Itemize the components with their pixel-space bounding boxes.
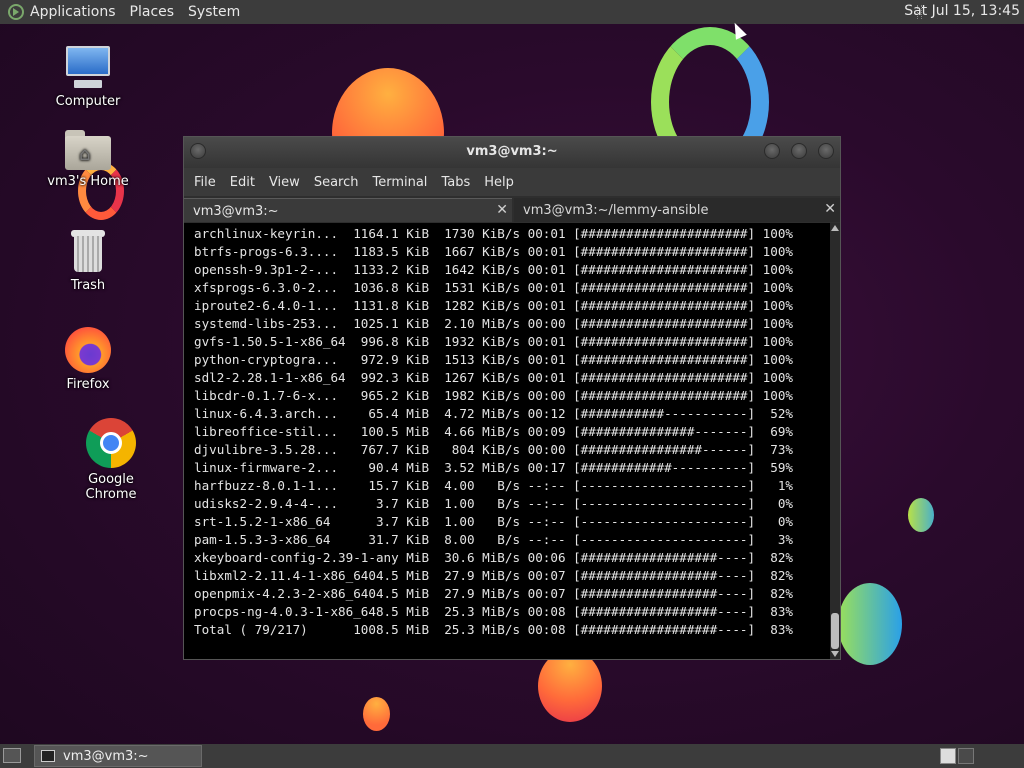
tab-home[interactable]: vm3@vm3:~ ✕: [184, 198, 512, 222]
desktop-icon-label: vm3's Home: [47, 174, 129, 189]
terminal-line: linux-6.4.3.arch... 65.4 MiB 4.72 MiB/s …: [194, 406, 793, 421]
home-folder-icon: ⌂: [65, 130, 111, 170]
chrome-icon: [86, 418, 136, 468]
desktop-icon-label: Google Chrome: [85, 472, 137, 502]
mate-logo-icon[interactable]: [8, 4, 24, 20]
terminal-line: libreoffice-stil... 100.5 MiB 4.66 MiB/s…: [194, 424, 793, 439]
terminal-icon: [41, 750, 55, 762]
desktop-icon-home[interactable]: ⌂ vm3's Home: [38, 130, 138, 189]
terminal-line: harfbuzz-8.0.1-1... 15.7 KiB 4.00 B/s --…: [194, 478, 793, 493]
tab-bar: vm3@vm3:~ ✕ vm3@vm3:~/lemmy-ansible ✕: [184, 196, 840, 223]
terminal-line: srt-1.5.2-1-x86_64 3.7 KiB 1.00 B/s --:-…: [194, 514, 793, 529]
menu-help[interactable]: Help: [484, 175, 514, 190]
terminal-line: linux-firmware-2... 90.4 MiB 3.52 MiB/s …: [194, 460, 793, 475]
menu-applications[interactable]: Applications: [30, 4, 116, 20]
scroll-thumb[interactable]: [831, 613, 839, 649]
terminal-line: xfsprogs-6.3.0-2... 1036.8 KiB 1531 KiB/…: [194, 280, 793, 295]
taskbar-label: vm3@vm3:~: [63, 749, 149, 764]
terminal-line: iproute2-6.4.0-1... 1131.8 KiB 1282 KiB/…: [194, 298, 793, 313]
bottom-panel: vm3@vm3:~: [0, 744, 1024, 768]
maximize-button[interactable]: [791, 143, 807, 159]
window-title: vm3@vm3:~: [466, 144, 558, 159]
tab-label: vm3@vm3:~/lemmy-ansible: [523, 203, 709, 218]
workspace-1[interactable]: [940, 748, 956, 764]
workspace-2[interactable]: [958, 748, 974, 764]
terminal-window[interactable]: vm3@vm3:~ File Edit View Search Terminal…: [183, 136, 841, 660]
terminal-line: archlinux-keyrin... 1164.1 KiB 1730 KiB/…: [194, 226, 793, 241]
window-titlebar[interactable]: vm3@vm3:~: [184, 137, 840, 168]
scroll-up-icon[interactable]: [831, 225, 839, 231]
menu-search[interactable]: Search: [314, 175, 359, 190]
terminal-line: gvfs-1.50.5-1-x86_64 996.8 KiB 1932 KiB/…: [194, 334, 793, 349]
show-desktop-icon[interactable]: [3, 748, 21, 763]
tab-lemmy-ansible[interactable]: vm3@vm3:~/lemmy-ansible ✕: [514, 198, 840, 222]
desktop-icon-trash[interactable]: Trash: [38, 230, 138, 293]
taskbar-terminal-button[interactable]: vm3@vm3:~: [34, 745, 202, 767]
minimize-button[interactable]: [764, 143, 780, 159]
clock[interactable]: Sat Jul 15, 13:45: [904, 3, 1020, 19]
trash-icon: [69, 230, 107, 274]
terminal-scrollbar[interactable]: [830, 223, 840, 659]
terminal-line: djvulibre-3.5.28... 767.7 KiB 804 KiB/s …: [194, 442, 793, 457]
desktop-icon-label: Computer: [55, 94, 121, 109]
wallpaper-shape: [363, 697, 390, 731]
desktop-icon-firefox[interactable]: Firefox: [38, 327, 138, 392]
menu-system[interactable]: System: [188, 4, 240, 20]
top-panel: Applications Places System Sat Jul 15, 1…: [0, 0, 1024, 24]
close-button[interactable]: [818, 143, 834, 159]
terminal-line: python-cryptogra... 972.9 KiB 1513 KiB/s…: [194, 352, 793, 367]
menu-tabs[interactable]: Tabs: [441, 175, 470, 190]
menu-places[interactable]: Places: [130, 4, 175, 20]
terminal-line: btrfs-progs-6.3.... 1183.5 KiB 1667 KiB/…: [194, 244, 793, 259]
menu-terminal[interactable]: Terminal: [372, 175, 427, 190]
menu-view[interactable]: View: [269, 175, 300, 190]
wallpaper-shape: [538, 650, 602, 722]
desktop-icon-chrome[interactable]: Google Chrome: [61, 418, 161, 502]
menu-file[interactable]: File: [194, 175, 216, 190]
computer-icon: [64, 46, 112, 90]
terminal-menubar: File Edit View Search Terminal Tabs Help: [184, 168, 840, 196]
terminal-line: udisks2-2.9.4-4-... 3.7 KiB 1.00 B/s --:…: [194, 496, 793, 511]
wallpaper-shape: [838, 583, 902, 665]
scroll-down-icon[interactable]: [831, 651, 839, 657]
terminal-line: openpmix-4.2.3-2-x86_6404.5 MiB 27.9 MiB…: [194, 586, 793, 601]
menu-edit[interactable]: Edit: [230, 175, 255, 190]
firefox-icon: [65, 327, 111, 373]
tab-label: vm3@vm3:~: [193, 204, 279, 219]
terminal-line: systemd-libs-253... 1025.1 KiB 2.10 MiB/…: [194, 316, 793, 331]
desktop-icon-label: Trash: [70, 278, 106, 293]
terminal-line: sdl2-2.28.1-1-x86_64 992.3 KiB 1267 KiB/…: [194, 370, 793, 385]
terminal-line: Total ( 79/217) 1008.5 MiB 25.3 MiB/s 00…: [194, 622, 793, 637]
terminal-line: libcdr-0.1.7-6-x... 965.2 KiB 1982 KiB/s…: [194, 388, 793, 403]
terminal-line: openssh-9.3p1-2-... 1133.2 KiB 1642 KiB/…: [194, 262, 793, 277]
desktop-icon-label: Firefox: [66, 377, 110, 392]
terminal-line: libxml2-2.11.4-1-x86_6404.5 MiB 27.9 MiB…: [194, 568, 793, 583]
tab-close-icon[interactable]: ✕: [824, 201, 836, 217]
terminal-line: pam-1.5.3-3-x86_64 31.7 KiB 8.00 B/s --:…: [194, 532, 793, 547]
desktop-icon-computer[interactable]: Computer: [38, 46, 138, 109]
terminal-line: xkeyboard-config-2.39-1-any MiB 30.6 MiB…: [194, 550, 793, 565]
tab-close-icon[interactable]: ✕: [496, 202, 508, 218]
terminal-output[interactable]: archlinux-keyrin... 1164.1 KiB 1730 KiB/…: [184, 223, 830, 659]
wallpaper-shape: [908, 498, 934, 532]
terminal-line: procps-ng-4.0.3-1-x86_648.5 MiB 25.3 MiB…: [194, 604, 793, 619]
